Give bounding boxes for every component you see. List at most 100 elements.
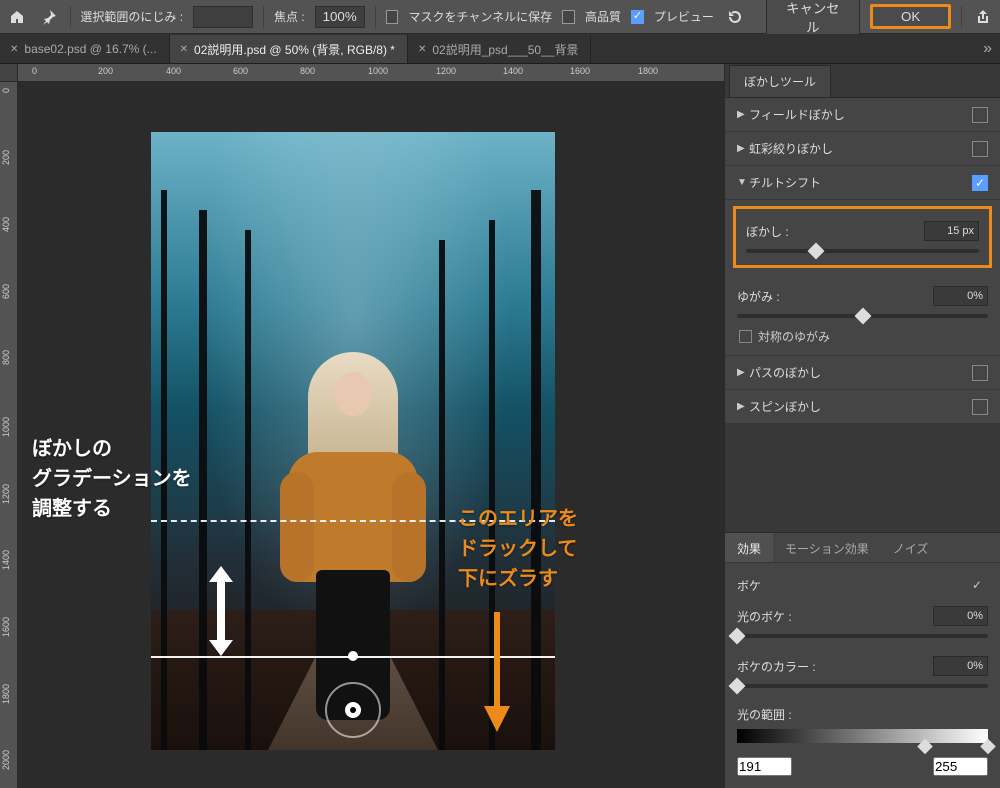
effects-panel: 効果 モーション効果 ノイズ ボケ ✓ 光のボケ : ボケのカラー : [725,532,1000,788]
high-quality-checkbox[interactable] [562,10,575,24]
blur-tools-tab[interactable]: ぼかしツール [729,65,831,97]
symmetric-distortion-checkbox[interactable] [739,330,752,343]
symmetric-distortion-label: 対称のゆがみ [758,328,830,345]
accordion-label: パスのぼかし [749,364,972,381]
bokeh-checkbox[interactable]: ✓ [972,578,988,594]
ruler-tick: 2000 [1,750,11,770]
ruler-tick: 1200 [436,66,456,76]
enable-checkbox[interactable] [972,365,988,381]
tiltshift-center-dial[interactable] [325,682,381,738]
close-icon[interactable]: ✕ [10,44,18,55]
mask-channel-checkbox[interactable] [386,10,399,24]
light-range-high-input[interactable] [933,757,988,776]
bokeh-color-slider[interactable] [737,684,988,688]
tab-overflow-icon[interactable]: » [975,40,1000,58]
chevron-right-icon: ▶ [737,367,749,378]
accordion-label: スピンぼかし [749,398,972,415]
slider-thumb[interactable] [729,628,746,645]
ruler-tick: 1600 [1,617,11,637]
light-range-gradient[interactable] [737,729,988,743]
image-tree [439,240,445,750]
light-range-label: 光の範囲 : [737,706,988,723]
bokeh-color-input[interactable] [933,656,988,676]
right-panel-column: ぼかしツール ▶ フィールドぼかし ▶ 虹彩絞りぼかし ▼ チルトシフト ✓ ぼ… [724,64,1000,788]
document-tab-bar: ✕ base02.psd @ 16.7% (... ✕ 02説明用.psd @ … [0,34,1000,64]
distortion-slider[interactable] [737,314,988,318]
tilt-shift-row[interactable]: ▼ チルトシフト ✓ [725,166,1000,200]
close-icon[interactable]: ✕ [418,44,426,55]
preview-checkbox[interactable]: ✓ [631,10,644,24]
document-tab[interactable]: ✕ 02説明用.psd @ 50% (背景, RGB/8) * [170,35,408,63]
ruler-corner [0,64,18,82]
chevron-right-icon: ▶ [737,109,749,120]
path-blur-row[interactable]: ▶ パスのぼかし [725,356,1000,390]
share-icon[interactable] [972,5,994,29]
ruler-tick: 200 [1,150,11,165]
focus-label: 焦点 : [274,8,305,25]
ruler-tick: 1400 [503,66,523,76]
image-tree [245,230,251,750]
ruler-tick: 1800 [1,684,11,704]
slider-thumb[interactable] [807,243,824,260]
ruler-tick: 1200 [1,484,11,504]
image-tree [199,210,207,750]
iris-blur-row[interactable]: ▶ 虹彩絞りぼかし [725,132,1000,166]
ruler-tick: 0 [32,66,37,76]
accordion-label: フィールドぼかし [749,106,972,123]
tiltshift-solid-handle[interactable] [348,651,358,661]
arrow-updown-icon [206,566,236,656]
blur-label: ぼかし : [746,223,924,240]
selection-bleed-input[interactable] [193,6,253,28]
ruler-tick: 600 [1,284,11,299]
enable-checkbox[interactable]: ✓ [972,175,988,191]
ruler-tick: 1000 [1,417,11,437]
blur-value-input[interactable] [924,221,979,241]
bokeh-color-label: ボケのカラー : [737,658,933,675]
mask-channel-label: マスクをチャンネルに保存 [408,8,552,25]
enable-checkbox[interactable] [972,141,988,157]
light-bokeh-input[interactable] [933,606,988,626]
range-handle-high[interactable] [980,739,996,755]
enable-checkbox[interactable] [972,399,988,415]
preview-label: プレビュー [654,8,714,25]
document-tab[interactable]: ✕ 02説明用_psd___50__背景 [408,35,591,63]
pin-icon[interactable] [38,5,60,29]
enable-checkbox[interactable] [972,107,988,123]
light-bokeh-slider[interactable] [737,634,988,638]
ruler-tick: 200 [98,66,113,76]
tab-noise[interactable]: ノイズ [881,533,941,562]
spin-blur-row[interactable]: ▶ スピンぼかし [725,390,1000,424]
high-quality-label: 高品質 [585,8,621,25]
blur-slider[interactable] [746,249,979,253]
home-icon[interactable] [6,5,28,29]
ruler-tick: 1000 [368,66,388,76]
distortion-label: ゆがみ : [737,288,933,305]
close-icon[interactable]: ✕ [180,44,188,55]
ruler-tick: 1800 [638,66,658,76]
ruler-tick: 1600 [570,66,590,76]
ruler-tick: 600 [233,66,248,76]
image-tree [531,190,541,750]
range-handle-low[interactable] [917,739,933,755]
tab-label: 02説明用_psd___50__背景 [432,41,578,58]
light-range-low-input[interactable] [737,757,792,776]
tiltshift-dashed-top[interactable] [151,520,555,522]
distortion-value-input[interactable] [933,286,988,306]
slider-thumb[interactable] [729,678,746,695]
document-tab[interactable]: ✕ base02.psd @ 16.7% (... [0,35,170,63]
focus-input[interactable] [315,6,365,28]
reset-icon[interactable] [724,5,746,29]
tab-label: base02.psd @ 16.7% (... [24,42,156,56]
ruler-tick: 400 [166,66,181,76]
field-blur-row[interactable]: ▶ フィールドぼかし [725,98,1000,132]
blur-param-section: ぼかし : [733,206,992,268]
canvas[interactable]: ぼかしの グラデーションを 調整する このエリアを ドラックして 下にズラす [18,82,724,788]
tab-motion-effect[interactable]: モーション効果 [773,533,881,562]
image-tree [161,190,167,750]
slider-thumb[interactable] [854,308,871,325]
chevron-right-icon: ▶ [737,143,749,154]
canvas-area: 0 200 400 600 800 1000 1200 1400 1600 18… [0,64,724,788]
accordion-label: 虹彩絞りぼかし [749,140,972,157]
tab-effect[interactable]: 効果 [725,533,773,562]
ok-button[interactable]: OK [870,4,951,29]
